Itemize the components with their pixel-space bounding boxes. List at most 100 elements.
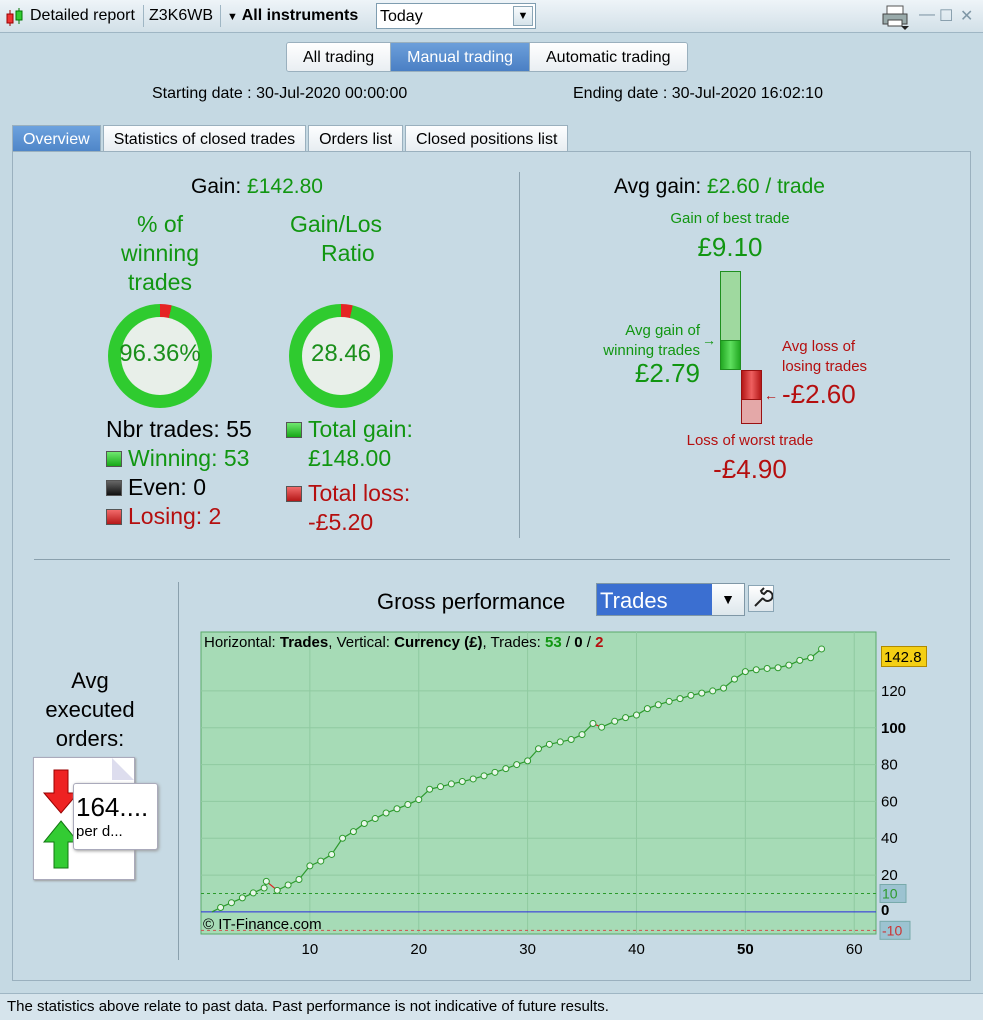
- data-point: [238, 894, 246, 902]
- total-loss-value: -£5.20: [308, 509, 374, 535]
- data-point: [622, 714, 630, 722]
- chart-header-horizontal: Trades: [279, 634, 329, 651]
- data-point: [217, 903, 225, 911]
- report-tabs: Overview Statistics of closed trades Ord…: [12, 125, 570, 151]
- executed-title-line: executed: [45, 697, 135, 722]
- period-select[interactable]: Today ▼: [376, 3, 536, 29]
- chevron-down-icon[interactable]: ▼: [712, 584, 744, 615]
- data-point: [437, 783, 445, 791]
- data-point: [480, 772, 488, 780]
- data-point: [513, 761, 521, 769]
- data-point: [796, 656, 804, 664]
- x-tick-label: 60: [846, 941, 863, 958]
- data-point: [469, 775, 477, 783]
- data-point: [752, 666, 760, 674]
- gain-heading: Gain: £142.80: [191, 175, 323, 199]
- data-point: [317, 857, 325, 865]
- wrench-icon[interactable]: [748, 585, 774, 612]
- total-loss-row: Total loss:: [286, 479, 413, 508]
- chevron-down-icon[interactable]: ▼: [513, 6, 533, 26]
- data-point: [382, 809, 390, 817]
- mode-all-trading[interactable]: All trading: [287, 43, 392, 71]
- trade-counts: Nbr trades: 55 Winning: 53 Even: 0 Losin…: [106, 415, 252, 531]
- executed-orders-value: 164....: [76, 792, 149, 822]
- tab-orders-list[interactable]: Orders list: [308, 125, 404, 151]
- winning-pct-title-line: % of: [136, 211, 184, 237]
- data-point: [502, 765, 510, 773]
- data-point: [458, 778, 466, 786]
- data-point: [227, 899, 235, 907]
- chart-header-even-count: 0: [574, 634, 583, 651]
- avg-gain-label: Avg gain:: [614, 175, 702, 198]
- data-point: [611, 717, 619, 725]
- chart-header-text: /: [582, 634, 596, 651]
- avg-loss-label: Avg loss of losing trades: [780, 337, 890, 377]
- data-point: [643, 705, 651, 713]
- avg-gain-heading: Avg gain: £2.60 / trade: [614, 175, 825, 199]
- account-label[interactable]: Z3K6WB: [149, 7, 213, 25]
- data-point: [360, 820, 368, 828]
- performance-axis-value: Trades: [600, 588, 668, 613]
- worst-loss-bar-fill: [742, 400, 761, 423]
- trading-mode-switch: All trading Manual trading Automatic tra…: [286, 42, 688, 72]
- x-tick-label: 20: [410, 941, 427, 958]
- data-point: [273, 886, 281, 894]
- winning-pct-ring: 96.36%: [108, 304, 212, 408]
- executed-orders-unit: per d...: [76, 823, 123, 840]
- data-point: [349, 828, 357, 836]
- winning-pct-title-line: trades: [128, 269, 192, 295]
- data-point: [426, 785, 434, 793]
- executed-orders-card: 164.... per d...: [73, 783, 158, 850]
- chart-header-text: Horizontal:: [204, 634, 280, 651]
- avg-gain-value: £2.60 / trade: [707, 175, 825, 198]
- minimize-icon[interactable]: —: [919, 6, 935, 24]
- period-value: Today: [380, 8, 423, 25]
- green-square-icon: [286, 422, 302, 438]
- nbr-trades: Nbr trades: 55: [106, 416, 252, 442]
- title-separator: [143, 5, 144, 27]
- data-point: [545, 740, 553, 748]
- section-divider: [519, 172, 520, 538]
- tab-overview[interactable]: Overview: [12, 125, 101, 151]
- total-loss-label: Total loss:: [308, 480, 411, 506]
- worst-trade-value: -£4.90: [713, 454, 787, 484]
- winning-pct-title: % of winning trades: [95, 210, 225, 297]
- data-point: [404, 801, 412, 809]
- mode-manual-trading[interactable]: Manual trading: [391, 43, 530, 71]
- close-icon[interactable]: ✕: [960, 6, 973, 26]
- gross-performance-chart: 10 20 30 40 50 6020406080100120100-10: [200, 631, 911, 958]
- data-point: [687, 691, 695, 699]
- tab-closed-positions-list[interactable]: Closed positions list: [405, 125, 569, 151]
- avg-win-bar: [720, 340, 741, 370]
- zero-label: 0: [881, 902, 889, 919]
- gain-loss-value: 28.46: [310, 340, 372, 367]
- mode-automatic-trading[interactable]: Automatic trading: [530, 43, 687, 71]
- data-point: [741, 668, 749, 676]
- instruments-dropdown[interactable]: ▼ All instruments: [227, 7, 358, 25]
- data-point: [249, 889, 257, 897]
- section-divider: [178, 582, 179, 960]
- title-separator: [220, 5, 221, 27]
- y-tick-label: 80: [881, 757, 898, 774]
- y-tick-label: 100: [881, 720, 906, 737]
- printer-icon[interactable]: [881, 4, 911, 30]
- data-point: [262, 877, 270, 885]
- gain-loss-totals: Total gain: £148.00 Total loss: -£5.20: [286, 415, 413, 537]
- data-point: [339, 834, 347, 842]
- data-point: [447, 780, 455, 788]
- best-trade-label: Gain of best trade: [670, 210, 790, 227]
- data-point: [763, 664, 771, 672]
- maximize-icon[interactable]: ☐: [939, 6, 953, 26]
- avg-loss-value: -£2.60: [782, 379, 856, 409]
- data-point: [807, 654, 815, 662]
- data-point: [785, 661, 793, 669]
- avg-win-label-line: Avg gain of: [625, 322, 700, 339]
- data-point: [524, 757, 532, 765]
- data-point: [818, 645, 826, 653]
- tab-statistics-closed-trades[interactable]: Statistics of closed trades: [102, 125, 307, 151]
- gain-loss-title-line: Gain/Los: [290, 211, 383, 237]
- green-square-icon: [106, 451, 122, 467]
- data-point: [665, 697, 673, 705]
- chart-header-lose-count: 2: [595, 634, 604, 651]
- performance-axis-select[interactable]: Trades ▼: [596, 583, 745, 616]
